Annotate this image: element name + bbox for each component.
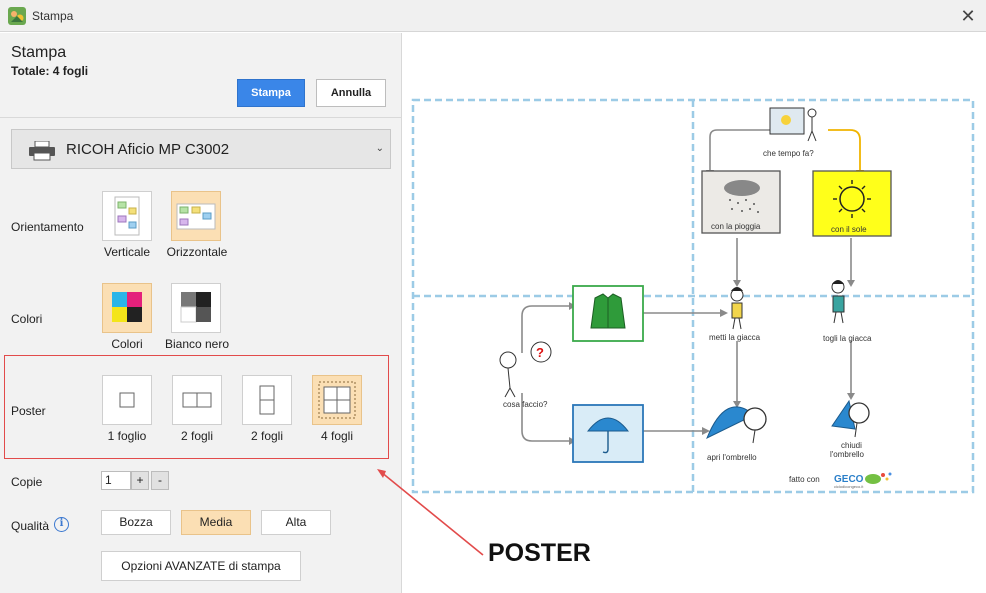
rain-card-text: con la pioggia — [711, 222, 761, 231]
quality-draft-button[interactable]: Bozza — [101, 510, 171, 535]
copies-input[interactable]: 1 — [101, 471, 131, 490]
orientation-label: Orientamento — [11, 220, 84, 234]
poster-2-sheets-horizontal-option[interactable] — [172, 375, 222, 425]
print-preview: che tempo fa? con la pioggia con il sole — [402, 33, 986, 593]
poster-1-sheet-option[interactable] — [102, 375, 152, 425]
grayscale-icon — [180, 292, 211, 323]
credit-text: fatto con — [789, 475, 820, 484]
copies-increment-button[interactable]: + — [131, 471, 149, 490]
thinking-person-picto: ? — [499, 341, 552, 398]
quality-medium-button[interactable]: Media — [181, 510, 251, 535]
colors-color-label: Colori — [111, 337, 143, 351]
quality-label: Qualità — [11, 519, 50, 533]
dialog-title: Stampa — [11, 44, 67, 61]
poster-2-sheets-vertical-option[interactable] — [242, 375, 292, 425]
poster-2-sheets-vertical-label: 2 fogli — [250, 429, 284, 443]
girl-remove-jacket-picto — [831, 280, 845, 324]
sun-arrow — [828, 129, 861, 170]
two-sheets-horizontal-icon — [182, 392, 212, 408]
remove-jacket-text: togli la giacca — [823, 334, 872, 343]
copies-decrement-button[interactable]: - — [151, 471, 169, 490]
umbrella-card — [572, 404, 644, 463]
printer-icon — [29, 141, 55, 161]
svg-text:?: ? — [536, 345, 544, 360]
landscape-layout-icon — [176, 203, 216, 230]
girl-jacket-picto — [730, 287, 744, 330]
two-sheets-vertical-icon — [259, 385, 275, 415]
app-logo-icon — [8, 7, 26, 25]
printer-select[interactable]: RICOH Aficio MP C3002 ⌄ — [11, 129, 391, 169]
four-sheets-icon — [318, 381, 356, 419]
divider — [0, 117, 402, 118]
orientation-horizontal-option[interactable] — [171, 191, 221, 241]
poster-4-sheets-label: 4 fogli — [320, 429, 354, 443]
question-text: cosa faccio? — [503, 400, 548, 409]
title-bar: Stampa ✕ — [0, 0, 986, 32]
cancel-button[interactable]: Annulla — [316, 79, 386, 107]
poster-label: Poster — [11, 404, 46, 418]
orientation-vertical-label: Verticale — [103, 245, 151, 259]
colors-bw-option[interactable] — [171, 283, 221, 333]
poster-2-sheets-horizontal-label: 2 fogli — [180, 429, 214, 443]
window-title: Stampa — [32, 9, 74, 23]
jacket-card — [572, 285, 644, 342]
portrait-layout-icon — [114, 196, 140, 236]
gecko-logo-icon — [865, 472, 892, 484]
colors-label: Colori — [11, 312, 43, 326]
open-umbrella-picto — [706, 406, 767, 444]
sun-card-text: con il sole — [831, 225, 867, 234]
weather-question-picto — [769, 107, 817, 142]
brand-site-text: ciclodicongeco.it — [834, 484, 864, 489]
orientation-horizontal-label: Orizzontale — [166, 245, 228, 259]
color-palette-icon — [112, 292, 142, 322]
chevron-down-icon: ⌄ — [375, 143, 384, 154]
copies-label: Copie — [11, 475, 43, 489]
printer-name: RICOH Aficio MP C3002 — [66, 141, 230, 158]
open-umbrella-text: apri l'ombrello — [707, 453, 757, 462]
info-icon[interactable]: i — [54, 517, 69, 532]
colors-bw-label: Bianco nero — [164, 337, 230, 351]
jacket-text: metti la giacca — [709, 333, 761, 342]
one-sheet-icon — [119, 392, 135, 408]
close-icon[interactable]: ✕ — [954, 2, 982, 30]
poster-callout-label: POSTER — [488, 539, 591, 567]
print-button[interactable]: Stampa — [237, 79, 305, 107]
poster-4-sheets-option[interactable] — [312, 375, 362, 425]
close-umbrella-text-2: l'ombrello — [830, 450, 865, 459]
close-umbrella-picto — [831, 399, 870, 438]
poster-1-sheet-label: 1 foglio — [107, 429, 147, 443]
flow-arrows — [521, 129, 852, 442]
advanced-options-button[interactable]: Opzioni AVANZATE di stampa — [101, 551, 301, 581]
weather-question-text: che tempo fa? — [763, 149, 814, 158]
colors-color-option[interactable] — [102, 283, 152, 333]
total-sheets: Totale: 4 fogli — [11, 64, 89, 78]
orientation-vertical-option[interactable] — [102, 191, 152, 241]
close-umbrella-text-1: chiudi — [841, 441, 862, 450]
settings-panel: Stampa Totale: 4 fogli Stampa Annulla RI… — [0, 33, 402, 593]
quality-high-button[interactable]: Alta — [261, 510, 331, 535]
preview-canvas: che tempo fa? con la pioggia con il sole — [411, 98, 975, 494]
